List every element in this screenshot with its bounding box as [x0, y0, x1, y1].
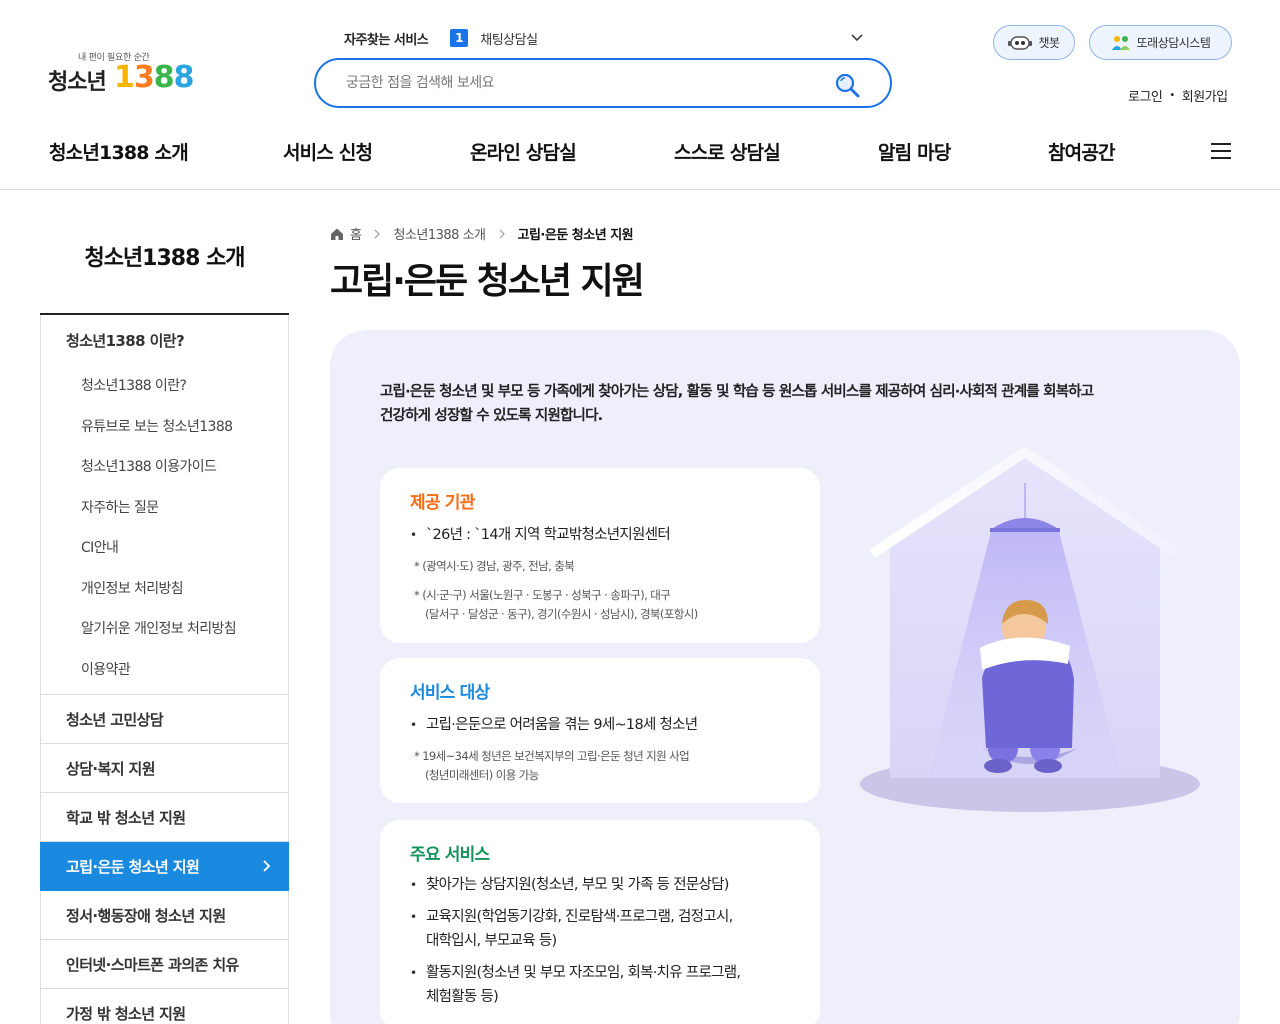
chevron-right-icon: [263, 860, 271, 872]
sidebar-item-emotional[interactable]: 정서·행동장애 청소년 지원: [41, 891, 288, 939]
services-bullet-line: 체험활동 등): [426, 989, 499, 1005]
search-icon[interactable]: [834, 72, 860, 98]
services-bullet-line: 대학입시, 부모교육 등): [426, 933, 557, 949]
sidebar-group: 청소년 고민상담: [40, 695, 289, 744]
sidebar-subitem[interactable]: CI안내: [41, 527, 288, 568]
gnb-item-about[interactable]: 청소년1388 소개: [49, 138, 189, 165]
sidebar-item-isolated[interactable]: 고립·은둔 청소년 지원: [41, 842, 288, 890]
target-note-line: * 19세~34세 청년은 보건복지부의 고립·은둔 청년 지원 사업: [414, 749, 690, 763]
provider-note-line: * (시·군·구) 서울(노원구 · 도봉구 · 성북구 · 송파구), 대구: [414, 588, 671, 602]
sidebar-sub-list: 청소년1388 이란? 유튜브로 보는 청소년1388 청소년1388 이용가이…: [41, 365, 288, 694]
services-bullet-line: 교육지원(학업동기강화, 진로탐색·프로그램, 검정고시,: [426, 909, 733, 925]
logo-number: 1388: [114, 60, 194, 95]
sidebar-title: 청소년1388 소개: [84, 246, 245, 271]
robot-icon: [1008, 34, 1033, 52]
provider-note-line: (달서구 · 달성군 · 동구), 경기(수원시 · 성남시), 경북(포항시): [425, 607, 698, 621]
chevron-down-icon[interactable]: [850, 30, 864, 44]
services-bullet-line: 활동지원(청소년 및 부모 자조모임, 회복·치유 프로그램,: [426, 965, 741, 981]
people-icon: [1111, 34, 1131, 52]
gnb-item-self[interactable]: 스스로 상담실: [674, 138, 781, 165]
page-title: 고립·은둔 청소년 지원: [330, 261, 645, 302]
search-input[interactable]: [346, 75, 806, 91]
sidebar-group: 학교 밖 청소년 지원: [40, 793, 289, 842]
peer-counseling-label: 또래상담시스템: [1136, 36, 1211, 50]
services-bullet: 교육지원(학업동기강화, 진로탐색·프로그램, 검정고시, 대학입시, 부모교육…: [410, 905, 790, 953]
chevron-right-icon: [499, 229, 505, 238]
chevron-right-icon: [375, 229, 381, 238]
site-logo[interactable]: 내 편이 필요한 순간 청소년 1388: [48, 50, 194, 100]
target-note: * 19세~34세 청년은 보건복지부의 고립·은둔 청년 지원 사업 (청년미…: [410, 747, 790, 785]
search-bar: [314, 58, 892, 108]
target-note-line: (청년미래센터) 이용 가능: [425, 768, 539, 782]
sidebar-item-label: 고립·은둔 청소년 지원: [66, 857, 200, 876]
sidebar-group: 인터넷·스마트폰 과의존 치유: [40, 940, 289, 989]
services-title: 주요 서비스: [410, 845, 490, 865]
sidebar-subitem[interactable]: 알기쉬운 개인정보 처리방침: [41, 608, 288, 649]
isolated-youth-illustration: [860, 448, 1200, 812]
breadcrumb-home[interactable]: 홈: [350, 224, 362, 243]
sidebar-item-out-of-school[interactable]: 학교 밖 청소년 지원: [41, 793, 288, 841]
sidebar-group: 상담·복지 지원: [40, 744, 289, 793]
breadcrumb-parent[interactable]: 청소년1388 소개: [393, 224, 486, 243]
target-bullet: 고립·은둔으로 어려움을 겪는 9세~18세 청소년: [410, 713, 790, 737]
hamburger-icon[interactable]: [1210, 141, 1232, 161]
login-link[interactable]: 로그인: [1128, 86, 1163, 105]
sidebar-subitem[interactable]: 이용약관: [41, 649, 288, 690]
sidebar-item-internet[interactable]: 인터넷·스마트폰 과의존 치유: [41, 940, 288, 988]
sidebar-subitem[interactable]: 유튜브로 보는 청소년1388: [41, 406, 288, 447]
sidebar-group: 가정 밖 청소년 지원: [40, 989, 289, 1024]
provider-title: 제공 기관: [410, 493, 475, 513]
auth-links: 로그인 • 회원가입: [1128, 86, 1228, 105]
services-bullet: 찾아가는 상담지원(청소년, 부모 및 가족 등 전문상담): [410, 873, 790, 897]
favorite-service-item[interactable]: 채팅상담실: [480, 29, 538, 48]
provider-note: * (시·군·구) 서울(노원구 · 도봉구 · 성북구 · 송파구), 대구 …: [410, 586, 790, 624]
sidebar-group: 청소년1388 이란? 청소년1388 이란? 유튜브로 보는 청소년1388 …: [40, 315, 289, 695]
content-panel: 고립·은둔 청소년 및 부모 등 가족에게 찾아가는 상담, 활동 및 학습 등…: [330, 330, 1240, 1024]
favorite-rank-badge: 1: [450, 29, 469, 47]
sidebar-subitem[interactable]: 자주하는 질문: [41, 487, 288, 528]
gnb-item-participation[interactable]: 참여공간: [1048, 138, 1116, 165]
global-nav: 청소년1388 소개 서비스 신청 온라인 상담실 스스로 상담실 알림 마당 …: [0, 130, 1280, 190]
chatbot-button[interactable]: 챗봇: [993, 25, 1075, 60]
sidebar-subitem[interactable]: 개인정보 처리방침: [41, 568, 288, 609]
services-card: 주요 서비스 찾아가는 상담지원(청소년, 부모 및 가족 등 전문상담) 교육…: [380, 820, 820, 1024]
provider-bullet: `26년 : `14개 지역 학교밖청소년지원센터: [410, 523, 790, 547]
services-bullet: 활동지원(청소년 및 부모 자조모임, 회복·치유 프로그램, 체험활동 등): [410, 961, 790, 1009]
intro-line: 고립·은둔 청소년 및 부모 등 가족에게 찾아가는 상담, 활동 및 학습 등…: [380, 384, 1094, 400]
sidebar-item-worry[interactable]: 청소년 고민상담: [41, 695, 288, 743]
join-link[interactable]: 회원가입: [1182, 86, 1228, 105]
chatbot-label: 챗봇: [1038, 36, 1060, 50]
breadcrumb: 홈 청소년1388 소개 고립·은둔 청소년 지원: [330, 224, 634, 243]
breadcrumb-current: 고립·은둔 청소년 지원: [517, 228, 634, 243]
logo-text: 청소년: [48, 70, 107, 95]
intro-text: 고립·은둔 청소년 및 부모 등 가족에게 찾아가는 상담, 활동 및 학습 등…: [380, 380, 1180, 428]
gnb-item-online[interactable]: 온라인 상담실: [470, 138, 577, 165]
sidebar-item-welfare[interactable]: 상담·복지 지원: [41, 744, 288, 792]
auth-separator: •: [1169, 90, 1175, 101]
favorite-services[interactable]: 자주찾는 서비스 1 채팅상담실: [344, 28, 864, 48]
sidebar-nav: 청소년1388 이란? 청소년1388 이란? 유튜브로 보는 청소년1388 …: [40, 313, 289, 1024]
target-card: 서비스 대상 고립·은둔으로 어려움을 겪는 9세~18세 청소년 * 19세~…: [380, 658, 820, 803]
gnb-item-notice[interactable]: 알림 마당: [878, 138, 951, 165]
sidebar-item-runaway[interactable]: 가정 밖 청소년 지원: [41, 989, 288, 1024]
provider-note: * (광역시·도) 경남, 광주, 전남, 충북: [414, 559, 575, 573]
provider-card: 제공 기관 `26년 : `14개 지역 학교밖청소년지원센터 * (광역시·도…: [380, 468, 820, 643]
peer-counseling-button[interactable]: 또래상담시스템: [1089, 25, 1232, 60]
gnb-item-service[interactable]: 서비스 신청: [283, 138, 373, 165]
sidebar-group: 정서·행동장애 청소년 지원: [40, 891, 289, 940]
favorite-services-label: 자주찾는 서비스: [344, 32, 429, 48]
sidebar-subitem[interactable]: 청소년1388 이용가이드: [41, 446, 288, 487]
sidebar-group-active: 고립·은둔 청소년 지원: [40, 842, 289, 891]
intro-line: 건강하게 성장할 수 있도록 지원합니다.: [380, 408, 603, 424]
sidebar-item-intro[interactable]: 청소년1388 이란?: [41, 315, 288, 365]
sidebar-subitem[interactable]: 청소년1388 이란?: [41, 365, 288, 406]
home-icon[interactable]: [330, 227, 344, 241]
target-title: 서비스 대상: [410, 683, 490, 703]
